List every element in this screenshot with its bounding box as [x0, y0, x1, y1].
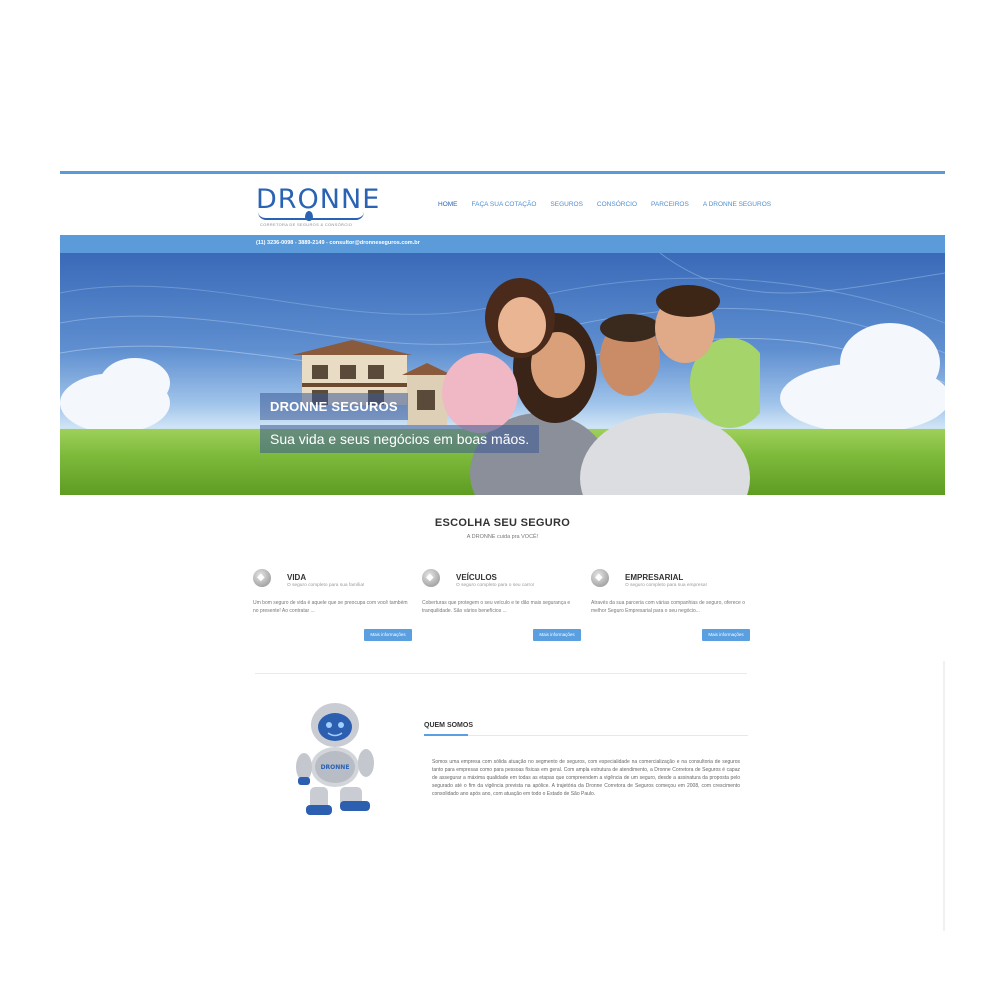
about-text: Somos uma empresa com sólida atuação no … [432, 759, 740, 797]
main-nav: HOME FAÇA SUA COTAÇÃO SEGUROS CONSÓRCIO … [438, 201, 785, 208]
car-shield-icon: ◆ [422, 569, 440, 587]
logo-text: DRONNE [256, 184, 381, 215]
nav-consorcio[interactable]: CONSÓRCIO [597, 201, 637, 208]
header: DRONNE CORRETORA DE SEGUROS & CONSÓRCIO … [60, 174, 945, 235]
cloud-right-2 [840, 323, 940, 403]
nav-parceiros[interactable]: PARCEIROS [651, 201, 689, 208]
section-subtitle: A DRONNE cuida pra VOCÊ! [466, 534, 539, 540]
hero-subtitle: Sua vida e seus negócios em boas mãos. [260, 425, 540, 453]
building-shield-icon: ◆ [591, 569, 609, 587]
hero-banner: DRONNE SEGUROS Sua vida e seus negócios … [60, 253, 945, 495]
family-photo [442, 278, 760, 495]
card-tagline: O seguro completo para o seu carro! [456, 583, 535, 588]
cloud-left-2 [100, 358, 170, 408]
nav-cotacao[interactable]: FAÇA SUA COTAÇÃO [472, 201, 537, 208]
nav-seguros[interactable]: SEGUROS [550, 201, 583, 208]
card-title[interactable]: VEÍCULOS [456, 573, 497, 582]
right-edge-shadow [943, 661, 945, 931]
contact-info[interactable]: (11) 3236-0098 - 3889-2149 - consultor@d… [256, 240, 420, 246]
shield-icon: ◆ [253, 569, 271, 587]
svg-text:DRONNE: DRONNE [321, 764, 350, 771]
logo-tagline: CORRETORA DE SEGUROS & CONSÓRCIO [260, 222, 353, 227]
card-title[interactable]: EMPRESARIAL [625, 573, 683, 582]
contact-bar: (11) 3236-0098 - 3889-2149 - consultor@d… [60, 235, 945, 253]
page: DRONNE CORRETORA DE SEGUROS & CONSÓRCIO … [60, 171, 945, 931]
card-tagline: O seguro completo para sua família! [287, 583, 365, 588]
nav-a-dronne[interactable]: A DRONNE SEGUROS [703, 201, 771, 208]
hero-title: DRONNE SEGUROS [260, 393, 408, 420]
more-info-button[interactable]: Mais informações [364, 629, 412, 641]
logo[interactable]: DRONNE CORRETORA DE SEGUROS & CONSÓRCIO [256, 184, 379, 230]
card-description: Um bom seguro de vida é aquele que se pr… [253, 600, 408, 614]
robot-mascot: DRONNE [296, 703, 374, 815]
logo-drop-icon [305, 211, 313, 221]
card-vida: ◆ VIDA O seguro completo para sua famíli… [253, 567, 413, 647]
more-info-button[interactable]: Mais informações [533, 629, 581, 641]
card-description: Coberturas que protegem o seu veículo e … [422, 600, 571, 614]
card-empresarial: ◆ EMPRESARIAL O seguro completo para sua… [591, 567, 751, 647]
card-title[interactable]: VIDA [287, 573, 306, 582]
card-description: Através da sua parceria com várias compa… [591, 600, 745, 614]
card-veiculos: ◆ VEÍCULOS O seguro completo para o seu … [422, 567, 582, 647]
about-title: QUEM SOMOS [424, 722, 474, 729]
card-tagline: O seguro completo para sua empresa! [625, 583, 707, 588]
nav-home[interactable]: HOME [438, 201, 458, 208]
hero-caption: DRONNE SEGUROS Sua vida e seus negócios … [260, 393, 540, 453]
about-rule [424, 735, 748, 736]
about-rule-accent [424, 734, 468, 736]
section-divider [255, 673, 747, 674]
section-title: ESCOLHA SEU SEGURO [434, 517, 571, 529]
more-info-button[interactable]: Mais informações [702, 629, 750, 641]
